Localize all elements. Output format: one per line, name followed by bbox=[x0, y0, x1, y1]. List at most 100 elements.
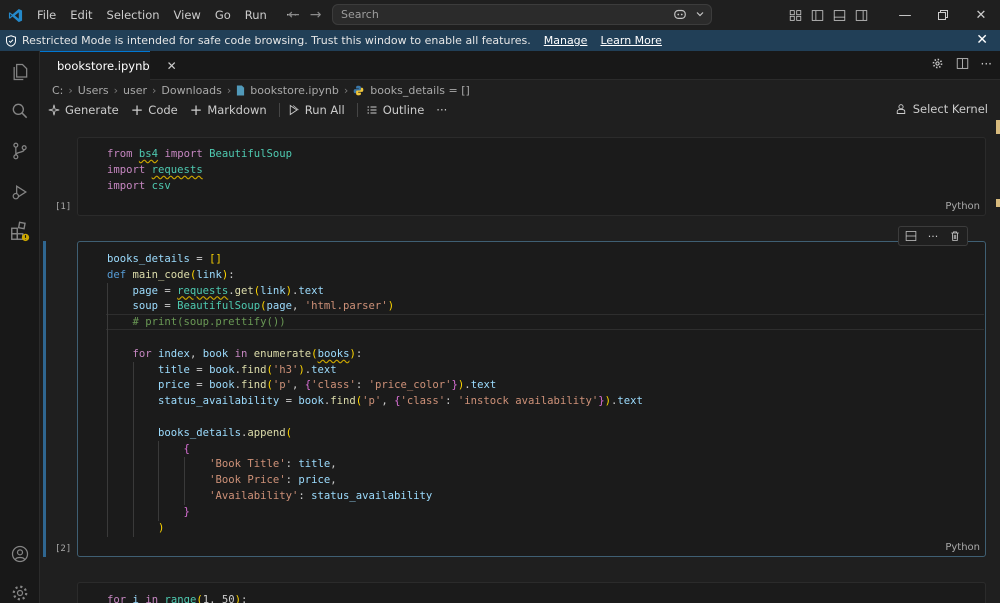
more-label: ··· bbox=[436, 103, 448, 117]
plus-icon: + bbox=[130, 101, 144, 119]
navigation-arrows: ← → bbox=[288, 0, 321, 30]
toggle-panel-icon[interactable] bbox=[828, 9, 850, 22]
toolbar-divider bbox=[356, 103, 358, 117]
menu-run[interactable]: Run bbox=[238, 0, 274, 30]
python-icon bbox=[353, 85, 364, 95]
generate-button[interactable]: Generate bbox=[48, 103, 119, 117]
shield-icon bbox=[0, 34, 22, 47]
list-icon bbox=[367, 106, 377, 114]
split-editor-icon[interactable] bbox=[956, 57, 969, 70]
cell-toolbar: ··· bbox=[898, 226, 968, 246]
close-window-icon[interactable]: ✕ bbox=[962, 0, 1000, 30]
activity-bar bbox=[0, 51, 40, 603]
scrollbar-warning-marker bbox=[996, 120, 1000, 134]
forward-arrow-icon[interactable]: → bbox=[310, 7, 322, 23]
cell-3-code[interactable]: for i in range(1, 50): bbox=[107, 593, 247, 603]
editor-tab-bar: bookstore.ipynb ✕ ··· bbox=[40, 51, 1000, 80]
notebook-toolbar: Generate + Code + Markdown Run All Outli… bbox=[40, 100, 1000, 120]
cell-1-code[interactable]: from bs4 import BeautifulSoup import req… bbox=[107, 147, 292, 194]
cell-2-execution-count: [2] bbox=[55, 544, 72, 554]
extensions-icon[interactable] bbox=[8, 219, 32, 243]
tab-close-icon[interactable]: ✕ bbox=[167, 59, 177, 73]
run-all-icon bbox=[289, 104, 299, 116]
scrollbar-warning-marker bbox=[996, 199, 1000, 207]
breadcrumb-user[interactable]: user bbox=[123, 84, 147, 97]
run-and-debug-icon[interactable] bbox=[8, 180, 32, 204]
chevron-right-icon: › bbox=[226, 83, 232, 97]
cell-focus-indicator bbox=[43, 241, 46, 557]
breadcrumb-downloads[interactable]: Downloads bbox=[161, 84, 221, 97]
notebook-settings-gear-icon[interactable] bbox=[931, 57, 944, 70]
plus-icon: + bbox=[189, 101, 203, 119]
chevron-right-icon: › bbox=[113, 83, 119, 97]
search-placeholder: Search bbox=[341, 8, 379, 21]
breadcrumb-symbol[interactable]: books_details = [] bbox=[370, 84, 469, 97]
search-icon[interactable] bbox=[8, 99, 32, 123]
cell-1-execution-count: [1] bbox=[55, 202, 72, 212]
select-kernel-label: Select Kernel bbox=[912, 102, 988, 116]
copilot-icon[interactable] bbox=[673, 7, 687, 21]
manage-link[interactable]: Manage bbox=[544, 34, 588, 47]
restricted-mode-banner: Restricted Mode is intended for safe cod… bbox=[0, 30, 1000, 51]
kernel-icon bbox=[896, 104, 905, 114]
source-control-icon[interactable] bbox=[8, 139, 32, 163]
menu-go[interactable]: Go bbox=[208, 0, 238, 30]
breadcrumb: C: › Users › user › Downloads › bookstor… bbox=[52, 83, 470, 97]
minimize-window-icon[interactable]: — bbox=[886, 0, 924, 30]
tab-label: bookstore.ipynb bbox=[57, 59, 150, 73]
banner-message: Restricted Mode is intended for safe cod… bbox=[22, 34, 531, 47]
toggle-primary-sidebar-icon[interactable] bbox=[806, 9, 828, 22]
toggle-secondary-sidebar-icon[interactable] bbox=[850, 9, 872, 22]
select-kernel-button[interactable]: Select Kernel bbox=[895, 102, 988, 116]
accounts-icon[interactable] bbox=[8, 542, 32, 566]
cell-language-python[interactable]: Python bbox=[945, 201, 980, 212]
more-actions-icon[interactable]: ··· bbox=[981, 57, 992, 71]
notebook-cell-3[interactable]: for i in range(1, 50): bbox=[77, 582, 986, 603]
add-code-cell-button[interactable]: + Code bbox=[131, 101, 178, 119]
menu-file[interactable]: File bbox=[30, 0, 63, 30]
cell-2-code[interactable]: books_details = [] def main_code(link): … bbox=[107, 252, 643, 536]
notebook-cell-2[interactable]: books_details = [] def main_code(link): … bbox=[77, 241, 986, 557]
customize-layout-icon[interactable] bbox=[784, 9, 806, 22]
banner-close-icon[interactable]: ✕ bbox=[976, 32, 988, 48]
menu-view[interactable]: View bbox=[167, 0, 208, 30]
indent-guide bbox=[133, 362, 134, 537]
run-all-button[interactable]: Run All bbox=[288, 103, 345, 117]
cell-language-python[interactable]: Python bbox=[945, 542, 980, 553]
learn-more-link[interactable]: Learn More bbox=[600, 34, 662, 47]
notebook-cell-1[interactable]: from bs4 import BeautifulSoup import req… bbox=[77, 137, 986, 216]
breadcrumb-drive[interactable]: C: bbox=[52, 84, 63, 97]
indent-guide bbox=[158, 441, 159, 521]
run-all-label: Run All bbox=[304, 103, 345, 117]
notebook-file-icon bbox=[237, 85, 245, 95]
add-markdown-cell-button[interactable]: + Markdown bbox=[190, 101, 267, 119]
sparkle-icon bbox=[48, 104, 60, 116]
restore-window-icon[interactable] bbox=[924, 0, 962, 30]
menu-selection[interactable]: Selection bbox=[100, 0, 167, 30]
toolbar-more-button[interactable]: ··· bbox=[436, 103, 447, 117]
delete-cell-trash-icon[interactable] bbox=[949, 230, 961, 242]
toolbar-divider bbox=[278, 103, 280, 117]
command-center-search[interactable]: Search bbox=[332, 4, 712, 25]
outline-button[interactable]: Outline bbox=[366, 103, 425, 117]
breadcrumb-users[interactable]: Users bbox=[78, 84, 109, 97]
menu-edit[interactable]: Edit bbox=[63, 0, 99, 30]
cell-more-icon[interactable]: ··· bbox=[928, 230, 939, 243]
current-line-highlight bbox=[106, 314, 984, 330]
indent-guide bbox=[107, 283, 108, 537]
code-label: Code bbox=[148, 103, 178, 117]
chevron-down-icon[interactable] bbox=[695, 9, 705, 19]
split-cell-icon[interactable] bbox=[905, 230, 917, 242]
title-bar: File Edit Selection View Go Run ··· ← → … bbox=[0, 0, 1000, 30]
tab-bookstore-notebook[interactable]: bookstore.ipynb ✕ bbox=[40, 51, 177, 80]
chevron-right-icon: › bbox=[68, 83, 73, 97]
settings-gear-icon[interactable] bbox=[8, 581, 32, 603]
back-arrow-icon[interactable]: ← bbox=[288, 7, 300, 23]
markdown-label: Markdown bbox=[207, 103, 267, 117]
breadcrumb-file[interactable]: bookstore.ipynb bbox=[250, 84, 339, 97]
outline-label: Outline bbox=[382, 103, 425, 117]
explorer-icon[interactable] bbox=[8, 60, 32, 84]
chevron-right-icon: › bbox=[343, 83, 349, 97]
vscode-logo-icon bbox=[0, 0, 30, 30]
chevron-right-icon: › bbox=[152, 83, 157, 97]
